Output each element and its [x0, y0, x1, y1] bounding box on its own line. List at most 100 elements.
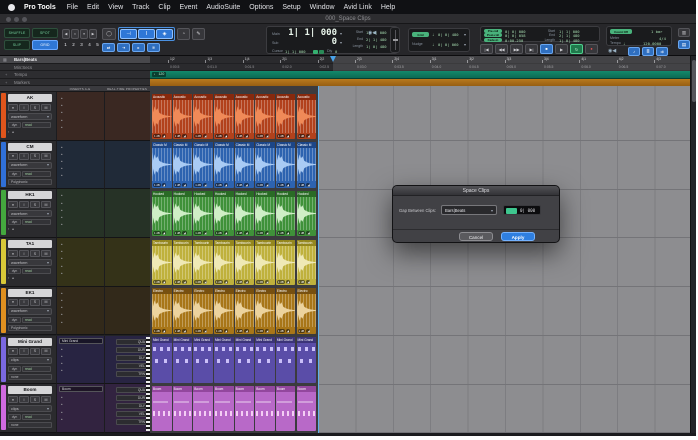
gap-units-dropdown[interactable]: Bars|Beats ▾: [441, 205, 497, 215]
meter-value[interactable]: 4/4: [659, 36, 666, 41]
rtp-vel[interactable]: VEL: [116, 411, 148, 417]
zoom-out-horizontal-icon[interactable]: ◀: [62, 29, 70, 39]
clip-ek1-3[interactable]: Electro1 dB◢: [193, 288, 213, 334]
menu-item-options[interactable]: Options: [249, 4, 273, 11]
menu-item-file[interactable]: File: [67, 4, 78, 11]
close-window-icon[interactable]: [6, 17, 11, 22]
track-automation-mode[interactable]: read: [22, 317, 51, 323]
clip-ak-5[interactable]: Acoustic1 dB◢: [235, 94, 255, 140]
clip-ek1-4[interactable]: Electro1 dB◢: [214, 288, 234, 334]
midi-merge-button[interactable]: ⇉: [656, 47, 668, 56]
rtp-trn[interactable]: TRN: [116, 419, 148, 425]
menu-item-event[interactable]: Event: [179, 4, 197, 11]
track-input-button[interactable]: I: [19, 299, 29, 306]
insert-slot[interactable]: •: [61, 299, 63, 303]
track-dyn-button[interactable]: dyn: [8, 414, 21, 420]
track-input-button[interactable]: I: [19, 153, 29, 160]
chevron-down-icon[interactable]: ▾: [340, 31, 342, 36]
scrubber-tool[interactable]: ◔: [177, 28, 190, 40]
zoom-window-icon[interactable]: [22, 17, 27, 22]
clip-ek1-8[interactable]: Electro1 dB◢: [297, 288, 317, 334]
selection-length-value[interactable]: 1| 0| 480: [366, 44, 387, 49]
menu-item-setup[interactable]: Setup: [282, 4, 300, 11]
clip-boom-4[interactable]: Boom: [214, 386, 234, 432]
track-name[interactable]: CM: [8, 143, 52, 151]
track-record-button[interactable]: ●: [8, 201, 18, 208]
insert-slot[interactable]: •: [61, 418, 63, 422]
conductor-button[interactable]: ≣: [642, 47, 654, 56]
clip-ek1-2[interactable]: Electro1 dB◢: [173, 288, 193, 334]
video-fader-strip[interactable]: [390, 27, 400, 53]
clip-ak-7[interactable]: Acoustic1 dB◢: [276, 94, 296, 140]
rtp-trn[interactable]: TRN: [116, 371, 148, 377]
chevron-down-icon[interactable]: ▾: [464, 42, 466, 47]
track-solo-button[interactable]: S: [30, 201, 40, 208]
track-mute-button[interactable]: M: [41, 104, 51, 111]
app-menu[interactable]: Pro Tools: [24, 4, 56, 11]
insert-slot[interactable]: •: [61, 369, 63, 373]
track-solo-button[interactable]: S: [30, 153, 40, 160]
playhead-icon[interactable]: [330, 56, 336, 65]
track-solo-button[interactable]: S: [30, 104, 40, 111]
return-to-zero-button[interactable]: |◀: [480, 44, 493, 54]
insert-slot[interactable]: •: [61, 292, 63, 296]
nudge-value[interactable]: 0| 0| 060: [438, 42, 459, 47]
count-off-button[interactable]: Count Off: [610, 29, 632, 34]
clip-ak-1[interactable]: Acoustic1 dB◢: [152, 94, 172, 140]
track-mute-button[interactable]: M: [41, 396, 51, 403]
zoom-preset-1[interactable]: 1: [62, 42, 69, 47]
rtp-qua[interactable]: QUA: [116, 339, 148, 345]
insert-slot[interactable]: •: [61, 111, 63, 115]
clip-mini-grand-8[interactable]: Mini Grand: [297, 337, 317, 383]
track-automation-mode[interactable]: read: [22, 414, 51, 420]
markers-ruler[interactable]: [150, 79, 696, 87]
track-solo-button[interactable]: S: [30, 299, 40, 306]
menu-item-audiosuite[interactable]: AudioSuite: [206, 4, 240, 11]
insert-slot-plugin[interactable]: Mini Grand: [59, 338, 103, 344]
track-input-button[interactable]: I: [19, 250, 29, 257]
insert-slot[interactable]: •: [61, 119, 63, 123]
zoom-midi-icon[interactable]: ≡: [80, 29, 88, 39]
clip-cm-1[interactable]: Classic M1 dB◢: [152, 142, 172, 188]
clip-boom-3[interactable]: Boom: [193, 386, 213, 432]
tempo-value[interactable]: 120.0000: [643, 41, 661, 46]
clip-mini-grand-1[interactable]: Mini Grand: [152, 337, 172, 383]
clip-mini-grand-2[interactable]: Mini Grand: [173, 337, 193, 383]
rewind-button[interactable]: ◀◀: [495, 44, 508, 54]
pre-roll-button[interactable]: Pre-roll: [484, 29, 502, 33]
rtp-dur[interactable]: DUR: [116, 347, 148, 353]
mirror-midi-button[interactable]: ≋: [147, 43, 160, 52]
add-tempo-icon[interactable]: +: [5, 71, 7, 79]
clip-cm-4[interactable]: Classic M1 dB◢: [214, 142, 234, 188]
insert-slot[interactable]: •: [61, 250, 63, 254]
clip-ek1-1[interactable]: Electro1 dB◢: [152, 288, 172, 334]
link-track-button[interactable]: ⇥: [117, 43, 130, 52]
insert-slot[interactable]: •: [61, 321, 63, 325]
insert-slot[interactable]: •: [61, 126, 63, 130]
clip-boom-5[interactable]: Boom: [235, 386, 255, 432]
grid-value[interactable]: 0| 0| 480: [438, 32, 459, 37]
track-input-button[interactable]: I: [19, 201, 29, 208]
insert-slot[interactable]: •: [61, 202, 63, 206]
insert-slot[interactable]: •: [61, 403, 63, 407]
ruler-bars-beats[interactable]: Bars|Beats▦: [0, 56, 150, 64]
clip-boom-6[interactable]: Boom: [255, 386, 275, 432]
record-button[interactable]: ●: [585, 44, 598, 54]
grabber-tool[interactable]: ◈: [156, 29, 173, 39]
rtp-dly[interactable]: DLY: [116, 355, 148, 361]
fast-forward-button[interactable]: ▶▶: [510, 44, 523, 54]
clip-ta1-4[interactable]: Tambourin1 dB◢: [214, 240, 234, 286]
clip-cm-5[interactable]: Classic M1 dB◢: [235, 142, 255, 188]
selector-tool[interactable]: I: [138, 29, 155, 39]
zoom-preset-3[interactable]: 3: [78, 42, 85, 47]
fade-in-button[interactable]: Fade-in: [484, 38, 502, 42]
track-dyn-button[interactable]: dyn: [8, 171, 21, 177]
menu-item-help[interactable]: Help: [381, 4, 395, 11]
clip-cm-7[interactable]: Classic M1 dB◢: [276, 142, 296, 188]
insert-slot[interactable]: •: [61, 209, 63, 213]
track-automation-mode[interactable]: read: [22, 122, 51, 128]
scrollbar-thumb[interactable]: [692, 60, 696, 102]
clip-ta1-8[interactable]: Tambourin1 dB◢: [297, 240, 317, 286]
track-view-selector[interactable]: waveform▾: [8, 210, 52, 217]
edit-mode-slip[interactable]: SLIP: [4, 40, 30, 50]
